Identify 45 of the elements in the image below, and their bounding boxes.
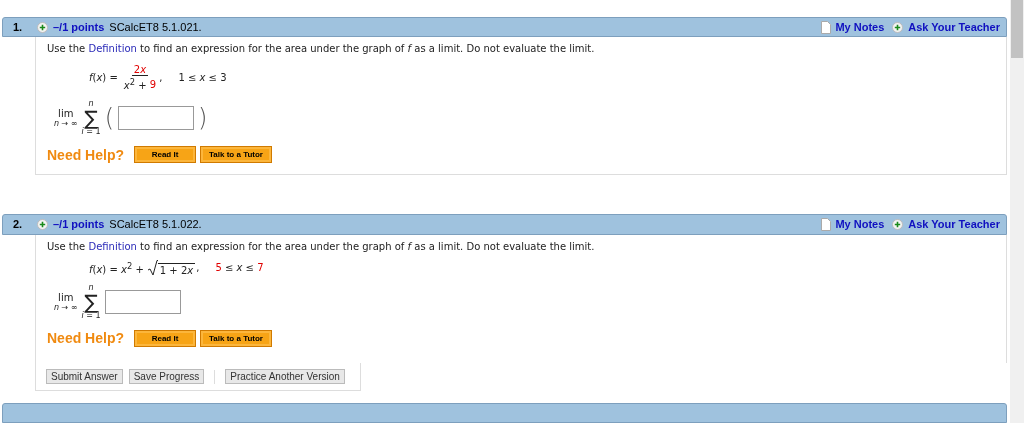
limit-notation: lim n → ∞ <box>54 291 78 312</box>
need-help-label: Need Help? <box>47 330 124 347</box>
domain: 5 ≤ x ≤ 7 <box>215 262 264 274</box>
definition-link[interactable]: Definition <box>88 43 137 55</box>
separator: , <box>196 262 200 274</box>
need-help-label: Need Help? <box>47 146 124 163</box>
separator: , <box>159 71 163 83</box>
plus-icon[interactable] <box>892 218 904 230</box>
my-notes-link[interactable]: My Notes <box>835 218 885 231</box>
question-code: SCalcET8 5.1.022. <box>109 218 202 231</box>
close-parenthesis: ) <box>198 104 208 133</box>
help-button[interactable]: Read It <box>134 329 196 347</box>
scrollbar[interactable] <box>1010 0 1024 423</box>
plus-icon[interactable] <box>37 218 48 230</box>
domain: 1 ≤ x ≤ 3 <box>178 71 227 83</box>
help-button[interactable]: Read It <box>134 146 196 164</box>
note-icon[interactable] <box>821 217 832 231</box>
question-code: SCalcET8 5.1.021. <box>109 21 202 34</box>
action-button[interactable]: Submit Answer <box>46 369 123 384</box>
plus-icon[interactable] <box>892 21 904 33</box>
points-link[interactable]: –/1 points <box>53 218 105 231</box>
question-number: 1. <box>13 21 24 34</box>
ask-teacher-link[interactable]: Ask Your Teacher <box>908 218 1000 231</box>
points-link[interactable]: –/1 points <box>53 21 105 34</box>
answer-field[interactable] <box>118 106 195 131</box>
limit-notation: lim n → ∞ <box>54 108 78 129</box>
function-name: f(x) = <box>89 71 118 83</box>
definition-link[interactable]: Definition <box>88 240 137 252</box>
function-name: f(x) = x$^{2}$ + <box>89 260 144 275</box>
fraction: 2x x$^{2}$ + 9 <box>122 64 158 91</box>
help-button[interactable]: Talk to a Tutor <box>200 146 272 164</box>
action-button[interactable]: Save Progress <box>128 369 205 384</box>
radicand: 1 + 2x <box>157 262 196 276</box>
plus-icon[interactable] <box>37 21 48 33</box>
ask-teacher-link[interactable]: Ask Your Teacher <box>908 21 1000 34</box>
question-prompt: Use the Definition to find an expression for the area under the graph of f as a limit. Do not evaluate the limit. <box>47 43 596 55</box>
note-icon[interactable] <box>821 20 832 34</box>
open-parenthesis: ( <box>104 104 115 133</box>
question-number: 2. <box>13 218 24 231</box>
question-prompt: Use the Definition to find an expression for the area under the graph of f as a limit. Do not evaluate the limit. <box>47 240 596 252</box>
practice-button[interactable]: Practice Another Version <box>225 369 345 384</box>
radical-sign-icon <box>147 259 158 276</box>
answer-field[interactable] <box>104 289 181 314</box>
help-button[interactable]: Talk to a Tutor <box>200 329 272 347</box>
my-notes-link[interactable]: My Notes <box>835 21 885 34</box>
